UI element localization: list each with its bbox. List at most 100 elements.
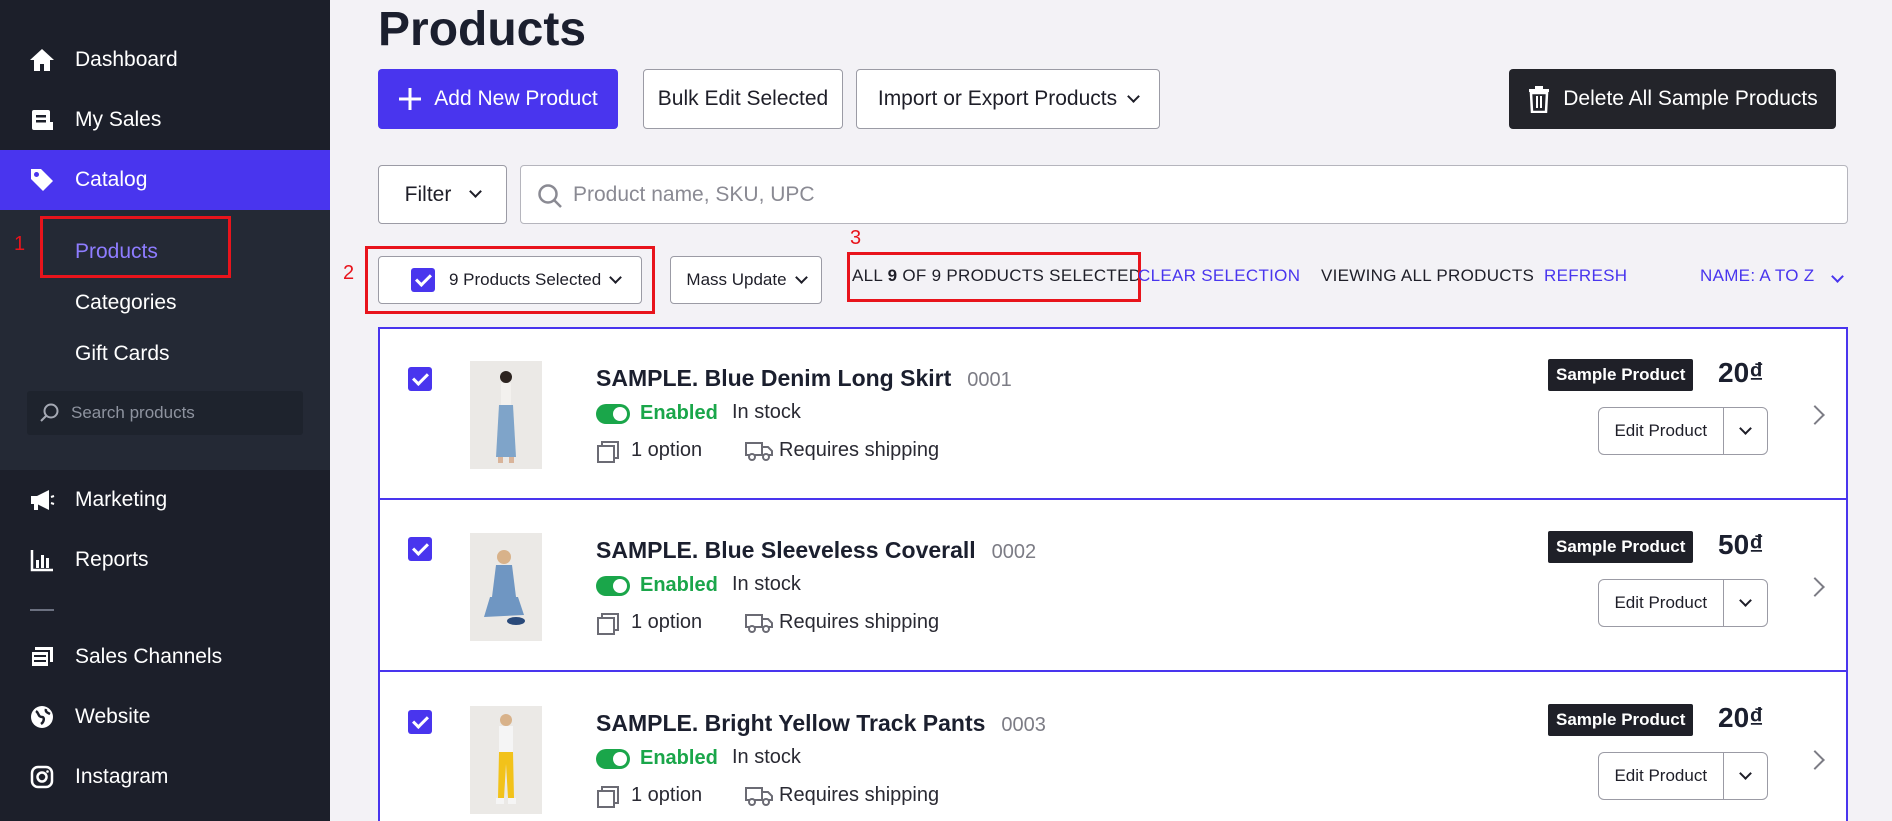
sidebar-item-reports[interactable]: Reports <box>0 530 330 590</box>
add-new-product-button[interactable]: Add New Product <box>378 69 618 129</box>
sidebar-search-input[interactable] <box>71 399 291 427</box>
product-name-text: SAMPLE. Blue Denim Long Skirt <box>596 365 952 391</box>
sidebar-item-my-sales[interactable]: My Sales <box>0 90 330 150</box>
mass-update-button[interactable]: Mass Update <box>670 256 822 304</box>
product-row[interactable]: SAMPLE. Bright Yellow Track Pants 0003 En… <box>378 670 1848 821</box>
product-checkbox[interactable] <box>408 710 432 734</box>
clear-selection-link[interactable]: CLEAR SELECTION <box>1138 266 1300 286</box>
product-thumbnail[interactable] <box>470 361 542 469</box>
product-thumbnail[interactable] <box>470 533 542 641</box>
product-price: 50₫ <box>1718 529 1764 560</box>
chevron-down-icon <box>1738 766 1752 780</box>
refresh-link[interactable]: REFRESH <box>1544 266 1627 286</box>
chevron-right-icon[interactable] <box>1805 405 1825 425</box>
sidebar-item-label: Website <box>75 705 151 728</box>
edit-product-group: Edit Product <box>1598 579 1768 627</box>
bulk-edit-label: Bulk Edit Selected <box>657 87 829 110</box>
globe-icon <box>28 703 56 731</box>
edit-dropdown-button[interactable] <box>1724 408 1767 454</box>
delete-sample-products-button[interactable]: Delete All Sample Products <box>1509 69 1836 129</box>
product-sku: 0003 <box>1001 714 1046 736</box>
annotation-number-1: 1 <box>14 233 26 255</box>
sidebar-item-catalog[interactable]: Catalog <box>0 150 330 210</box>
sidebar-item-marketing[interactable]: Marketing <box>0 470 330 530</box>
chevron-down-icon <box>469 185 483 198</box>
edit-product-group: Edit Product <box>1598 752 1768 800</box>
product-name[interactable]: SAMPLE. Blue Sleeveless Coverall 0002 <box>596 537 1036 564</box>
options-icon <box>596 612 620 641</box>
sidebar-item-sales-channels[interactable]: Sales Channels <box>0 627 330 687</box>
mass-update-label: Mass Update <box>686 270 787 289</box>
annotation-number-2: 2 <box>343 262 355 284</box>
truck-icon <box>745 440 773 467</box>
sidebar-subitem-categories[interactable]: Categories <box>75 291 177 315</box>
product-name-text: SAMPLE. Blue Sleeveless Coverall <box>596 537 976 563</box>
product-row[interactable]: SAMPLE. Blue Sleeveless Coverall 0002 Ena… <box>378 498 1848 672</box>
sidebar-divider <box>30 609 54 611</box>
add-new-product-label: Add New Product <box>434 87 598 110</box>
enabled-toggle[interactable] <box>596 749 630 769</box>
import-export-label: Import or Export Products <box>877 87 1118 110</box>
product-image-coverall <box>470 533 542 641</box>
chevron-right-icon[interactable] <box>1805 577 1825 597</box>
annotation-box-products <box>40 216 231 278</box>
sample-product-badge: Sample Product <box>1548 531 1694 563</box>
product-checkbox[interactable] <box>408 367 432 391</box>
product-sku: 0002 <box>991 541 1037 563</box>
sidebar-item-dashboard[interactable]: Dashboard <box>0 30 330 90</box>
sidebar-item-label: Marketing <box>75 488 168 511</box>
trash-icon <box>1529 86 1550 113</box>
product-price: 20₫ <box>1718 702 1764 733</box>
options-icon <box>596 785 620 814</box>
product-sku: 0001 <box>967 369 1012 391</box>
sidebar-item-instagram[interactable]: Instagram <box>0 747 330 807</box>
product-search-input[interactable] <box>573 180 1773 210</box>
product-checkbox[interactable] <box>408 537 432 561</box>
sample-product-badge: Sample Product <box>1548 704 1694 736</box>
options-count: 1 option <box>631 611 703 633</box>
edit-product-button[interactable]: Edit Product <box>1599 580 1724 626</box>
viewing-label: VIEWING ALL PRODUCTS <box>1321 266 1535 285</box>
chevron-down-icon <box>1738 593 1752 607</box>
bulk-edit-button[interactable]: Bulk Edit Selected <box>643 69 843 129</box>
sidebar-item-label: My Sales <box>75 108 162 131</box>
truck-icon <box>745 612 773 639</box>
chevron-down-icon <box>1127 89 1140 103</box>
filter-button[interactable]: Filter <box>378 165 507 224</box>
annotation-number-3: 3 <box>850 227 862 249</box>
chevron-down-icon <box>794 270 808 284</box>
enabled-toggle[interactable] <box>596 404 630 424</box>
annotation-box-selected <box>365 246 655 314</box>
enabled-toggle[interactable] <box>596 576 630 596</box>
search-icon <box>537 183 563 214</box>
edit-product-group: Edit Product <box>1598 407 1768 455</box>
product-row[interactable]: SAMPLE. Blue Denim Long Skirt 0001 Enable… <box>378 327 1848 500</box>
edit-dropdown-button[interactable] <box>1724 753 1767 799</box>
plus-icon <box>399 88 422 110</box>
edit-product-button[interactable]: Edit Product <box>1599 753 1724 799</box>
sidebar: Dashboard My Sales Catalog Products Cate… <box>0 0 330 821</box>
product-name[interactable]: SAMPLE. Bright Yellow Track Pants 0003 <box>596 710 1046 737</box>
delete-sample-products-label: Delete All Sample Products <box>1563 87 1818 110</box>
home-icon <box>28 46 56 74</box>
product-thumbnail[interactable] <box>470 706 542 814</box>
sidebar-subitem-gift-cards[interactable]: Gift Cards <box>75 342 170 366</box>
edit-product-button[interactable]: Edit Product <box>1599 408 1724 454</box>
edit-dropdown-button[interactable] <box>1724 580 1767 626</box>
shipping-status: Requires shipping <box>779 611 940 633</box>
stock-status: In stock <box>732 401 801 423</box>
product-name[interactable]: SAMPLE. Blue Denim Long Skirt 0001 <box>596 365 1012 392</box>
page-title: Products <box>378 3 587 56</box>
options-count: 1 option <box>631 439 703 461</box>
bar-chart-icon <box>28 546 56 574</box>
instagram-icon <box>28 763 56 791</box>
megaphone-icon <box>28 486 56 514</box>
chevron-right-icon[interactable] <box>1805 750 1825 770</box>
enabled-label: Enabled <box>640 747 718 769</box>
product-price: 20₫ <box>1718 357 1764 388</box>
product-name-text: SAMPLE. Bright Yellow Track Pants <box>596 710 986 736</box>
sort-dropdown[interactable]: NAME: A TO Z <box>1700 266 1845 286</box>
sidebar-item-website[interactable]: Website <box>0 687 330 747</box>
sales-icon <box>28 106 56 134</box>
import-export-button[interactable]: Import or Export Products <box>856 69 1160 129</box>
